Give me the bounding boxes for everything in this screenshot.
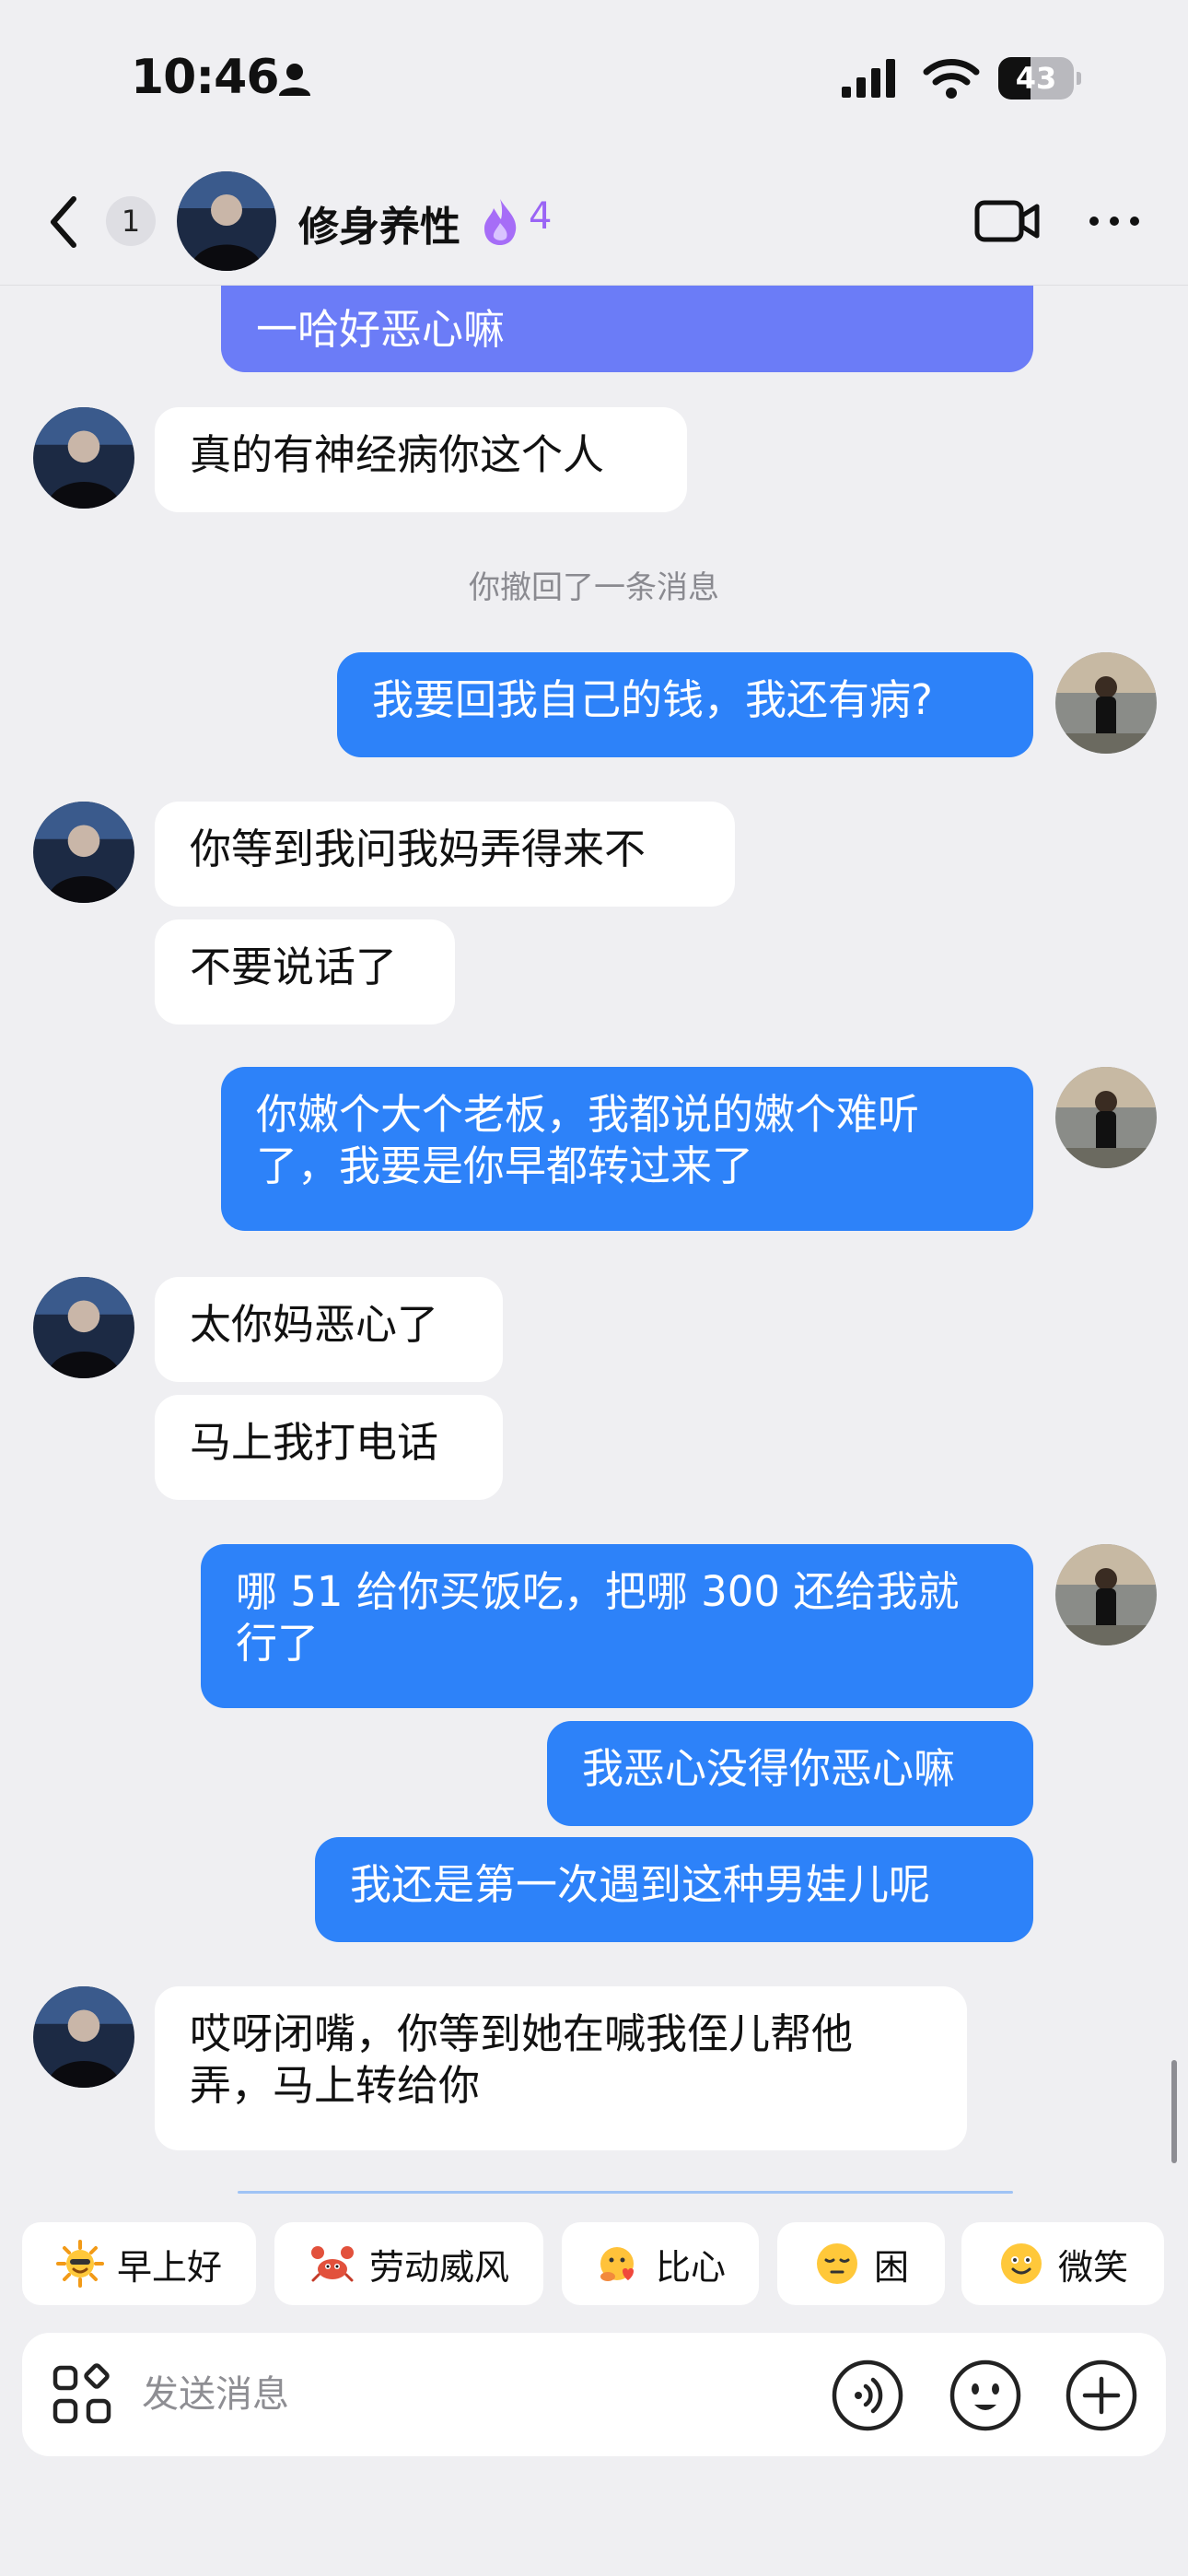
message-list[interactable]: 一哈好恶心嘛 真的有神经病你这个人 你撤回了一条消息 我要回我自己的钱，我还有病… bbox=[0, 286, 1188, 2193]
person-icon bbox=[279, 64, 310, 96]
message-bubble-outgoing[interactable]: 我要回我自己的钱，我还有病? bbox=[337, 652, 1033, 757]
message-bubble-incoming[interactable]: 真的有神经病你这个人 bbox=[155, 407, 687, 512]
message-bubble-incoming[interactable]: 太你妈恶心了 bbox=[155, 1277, 503, 1382]
quick-reply-labor[interactable]: 劳动威风 bbox=[274, 2222, 543, 2305]
message-bubble-incoming[interactable]: 你等到我问我妈弄得来不 bbox=[155, 802, 735, 907]
cellular-signal-icon bbox=[842, 59, 895, 98]
streak-count: 4 bbox=[529, 195, 553, 238]
message-bubble-outgoing[interactable]: 你嫩个大个老板，我都说的嫩个难听 了，我要是你早都转过来了 bbox=[221, 1067, 1033, 1231]
back-arrow-icon[interactable] bbox=[44, 193, 81, 251]
message-bubble-incoming[interactable]: 哎呀闭嘴，你等到她在喊我侄儿帮他 弄，马上转给你 bbox=[155, 1986, 967, 2150]
voice-message-icon[interactable] bbox=[831, 2359, 904, 2432]
chat-header: 1 修身养性 4 bbox=[0, 157, 1188, 286]
my-avatar[interactable] bbox=[1055, 1067, 1157, 1168]
battery-indicator: 43 bbox=[998, 57, 1081, 100]
contact-avatar[interactable] bbox=[33, 1277, 134, 1378]
sun-face-icon bbox=[55, 2240, 104, 2288]
quick-reply-smile[interactable]: 微笑 bbox=[961, 2222, 1164, 2305]
heart-hands-icon bbox=[600, 2247, 634, 2281]
contact-avatar[interactable] bbox=[33, 1986, 134, 2088]
smile-face-icon bbox=[1000, 2243, 1042, 2284]
my-avatar[interactable] bbox=[1055, 652, 1157, 754]
recall-notice: 你撤回了一条消息 bbox=[469, 569, 719, 606]
message-bubble-incoming[interactable]: 马上我打电话 bbox=[155, 1395, 503, 1500]
message-composer bbox=[22, 2333, 1166, 2456]
battery-percentage: 43 bbox=[1015, 61, 1057, 96]
message-bubble-outgoing[interactable]: 哪 51 给你买饭吃，把哪 300 还给我就 行了 bbox=[201, 1544, 1033, 1708]
flame-icon bbox=[484, 199, 517, 245]
status-time: 10:46 bbox=[131, 50, 280, 105]
contact-name[interactable]: 修身养性 bbox=[298, 193, 460, 252]
add-plus-icon[interactable] bbox=[1065, 2359, 1138, 2432]
my-avatar[interactable] bbox=[1055, 1544, 1157, 1645]
scrollbar[interactable] bbox=[1171, 2060, 1177, 2163]
crab-icon bbox=[310, 2246, 354, 2282]
sleepy-face-icon bbox=[816, 2243, 857, 2284]
emoji-icon[interactable] bbox=[949, 2359, 1022, 2432]
status-bar: 10:46 43 bbox=[0, 0, 1188, 157]
message-bubble-outgoing[interactable]: 我恶心没得你恶心嘛 bbox=[547, 1721, 1033, 1826]
quick-sticker-bar: 早上好 劳动威风 比心 困 微笑 bbox=[0, 2222, 1188, 2309]
next-message-edge bbox=[238, 2191, 1013, 2194]
message-bubble-outgoing[interactable]: 我还是第一次遇到这种男娃儿呢 bbox=[315, 1837, 1033, 1942]
contact-avatar[interactable] bbox=[33, 407, 134, 509]
quick-reply-sleepy[interactable]: 困 bbox=[777, 2222, 945, 2305]
message-bubble-incoming[interactable]: 不要说话了 bbox=[155, 919, 455, 1025]
unread-count-badge[interactable]: 1 bbox=[106, 196, 156, 246]
quick-reply-heart[interactable]: 比心 bbox=[562, 2222, 759, 2305]
contact-avatar[interactable] bbox=[33, 802, 134, 903]
message-input[interactable] bbox=[142, 2362, 823, 2427]
video-call-icon[interactable] bbox=[974, 197, 1041, 245]
quick-reply-good-morning[interactable]: 早上好 bbox=[22, 2222, 256, 2305]
wifi-icon bbox=[923, 59, 980, 99]
contact-avatar[interactable] bbox=[177, 171, 276, 271]
apps-grid-icon[interactable] bbox=[50, 2362, 114, 2427]
more-options-icon[interactable] bbox=[1087, 212, 1142, 230]
message-bubble-outgoing[interactable]: 一哈好恶心嘛 bbox=[221, 286, 1033, 372]
